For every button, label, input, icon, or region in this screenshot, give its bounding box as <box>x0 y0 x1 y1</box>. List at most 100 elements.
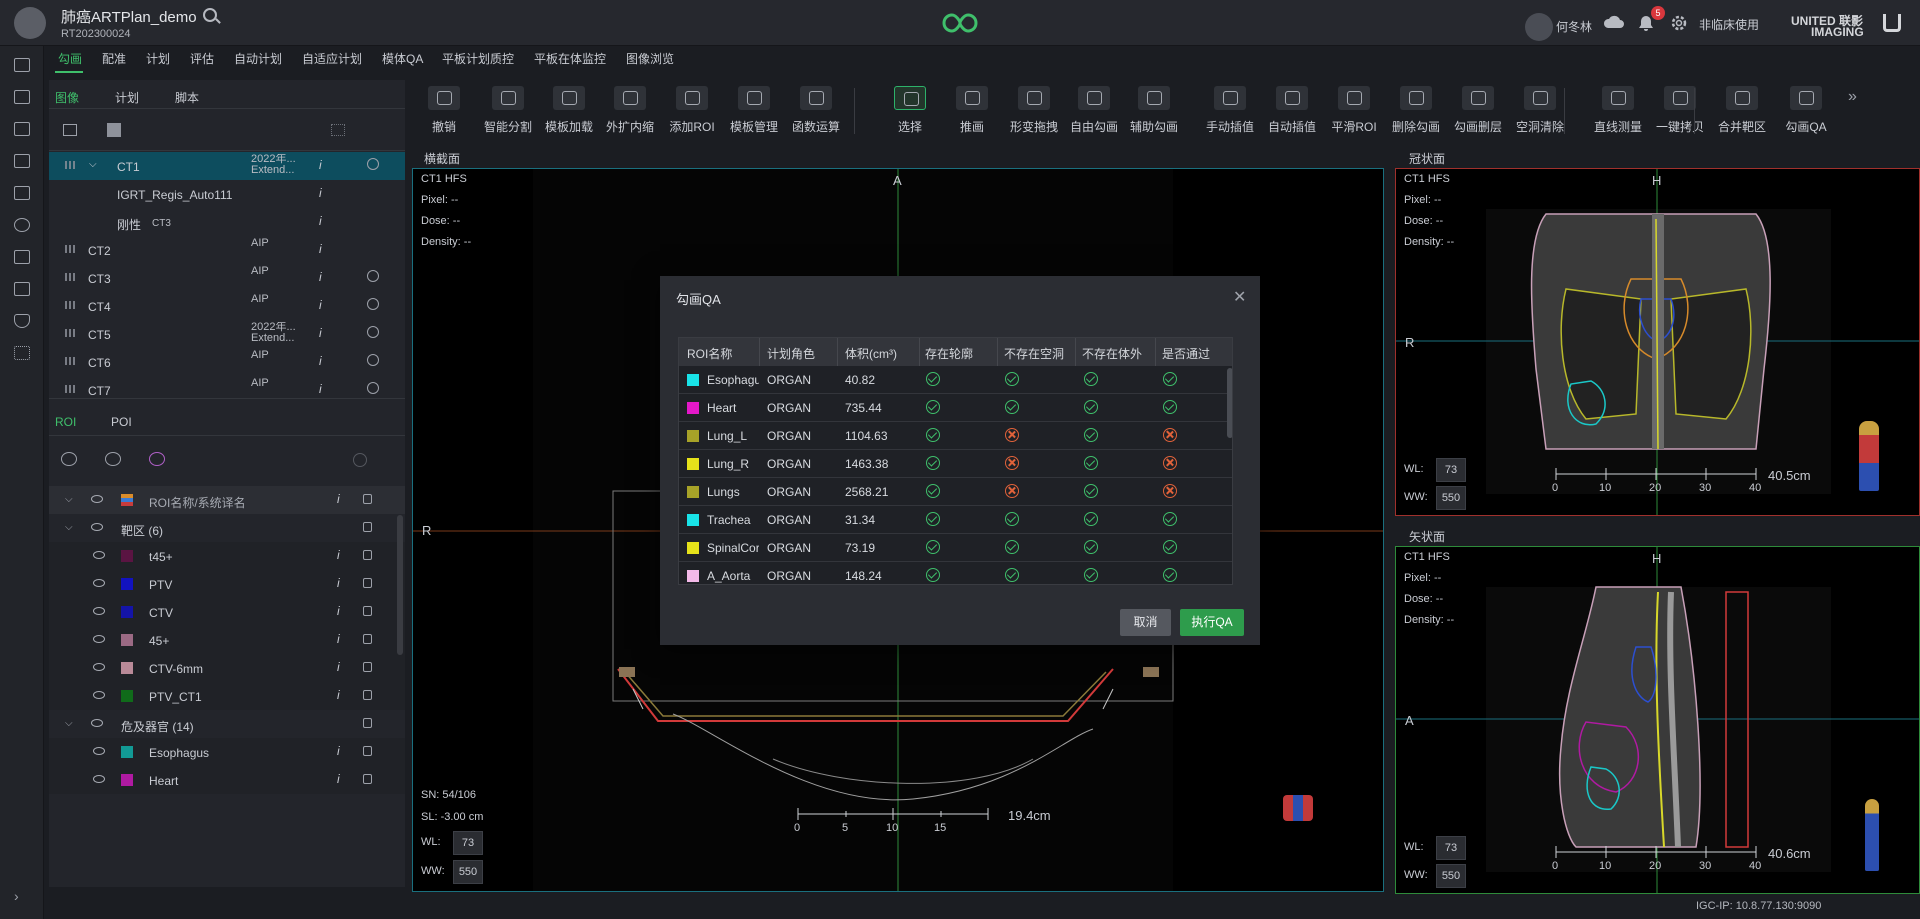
document-icon[interactable] <box>14 154 30 168</box>
tab-script[interactable]: 脚本 <box>175 89 199 106</box>
qa-table-row[interactable]: Heart ORGAN 735.44 <box>679 394 1232 422</box>
headphones-icon[interactable] <box>14 218 30 232</box>
eye-icon[interactable] <box>91 495 103 503</box>
expand-rail-icon[interactable]: › <box>14 888 19 904</box>
col-volume[interactable]: 体积(cm³) <box>845 345 897 362</box>
roi-color-swatch[interactable] <box>121 662 133 674</box>
menu-item-image-browse[interactable]: 图像浏览 <box>626 50 674 67</box>
info-icon[interactable]: i <box>319 214 322 228</box>
info-icon[interactable]: i <box>337 660 340 674</box>
gear-icon[interactable] <box>1670 14 1688 32</box>
info-icon[interactable]: i <box>319 382 322 396</box>
sagittal-wl-input[interactable]: 73 <box>1436 836 1466 860</box>
user-avatar[interactable] <box>1525 13 1553 41</box>
tab-roi[interactable]: ROI <box>55 415 76 429</box>
body-figure-icon[interactable] <box>1859 421 1879 491</box>
tool-button[interactable]: 删除勾画 <box>1386 84 1446 138</box>
lock-icon[interactable] <box>367 270 379 282</box>
cancel-button[interactable]: 取消 <box>1120 609 1171 636</box>
info-icon[interactable]: i <box>337 772 340 786</box>
layers-icon[interactable] <box>14 90 30 104</box>
drag-handle-icon[interactable] <box>65 273 75 281</box>
info-icon[interactable]: i <box>337 576 340 590</box>
lock-icon[interactable] <box>367 382 379 394</box>
tool-button[interactable]: 勾画QA <box>1776 84 1836 138</box>
tab-images[interactable]: 图像 <box>55 89 79 106</box>
lock-icon[interactable] <box>363 522 372 532</box>
tool-button[interactable]: 选择 <box>880 84 940 138</box>
menu-item-auto-plan[interactable]: 自动计划 <box>234 50 282 67</box>
roi-color-swatch[interactable] <box>121 690 133 702</box>
roi-copy-icon[interactable] <box>105 452 121 466</box>
search-icon[interactable] <box>203 8 217 22</box>
info-icon[interactable]: i <box>319 186 322 200</box>
menu-item-registration[interactable]: 配准 <box>102 50 126 67</box>
apps-icon[interactable] <box>14 346 30 360</box>
drag-handle-icon[interactable] <box>65 301 75 309</box>
lock-icon[interactable] <box>363 746 372 756</box>
qa-table-row[interactable]: Trachea ORGAN 31.34 <box>679 506 1232 534</box>
shield-icon[interactable] <box>14 314 30 328</box>
toolbar-more-icon[interactable]: » <box>1848 88 1857 106</box>
tool-button[interactable]: 一键拷贝 <box>1650 84 1710 138</box>
user-card-icon[interactable] <box>14 282 30 296</box>
info-icon[interactable]: i <box>319 326 322 340</box>
chevron-down-icon[interactable]: ⌵ <box>89 159 97 170</box>
roi-row[interactable]: CTV i <box>49 598 405 626</box>
drag-handle-icon[interactable] <box>65 329 75 337</box>
collapse-icon[interactable]: ⌵ <box>65 494 73 505</box>
series-row[interactable]: CT7 AIP i <box>49 376 405 404</box>
info-icon[interactable]: i <box>319 298 322 312</box>
roi-color-swatch[interactable] <box>121 774 133 786</box>
col-contour-exists[interactable]: 存在轮廓 <box>925 345 973 362</box>
tool-button[interactable]: 直线测量 <box>1588 84 1648 138</box>
qa-scrollbar[interactable] <box>1227 368 1232 438</box>
scrollbar[interactable] <box>397 515 403 655</box>
qa-table-row[interactable]: A_Aorta ORGAN 148.24 <box>679 562 1232 584</box>
series-row[interactable]: IGRT_Regis_Auto111 i <box>49 180 405 208</box>
tool-button[interactable]: 添加ROI <box>662 84 722 138</box>
eye-icon[interactable] <box>93 663 105 671</box>
eye-icon[interactable] <box>93 775 105 783</box>
roi-add-icon[interactable] <box>61 452 77 466</box>
home-icon[interactable] <box>14 58 30 72</box>
lock-icon[interactable] <box>363 494 372 504</box>
menu-item-phantom-qa[interactable]: 模体QA <box>382 50 423 67</box>
tool-button[interactable]: 模板加载 <box>539 84 599 138</box>
roi-color-swatch[interactable] <box>121 578 133 590</box>
tool-button[interactable]: 辅助勾画 <box>1124 84 1184 138</box>
series-tool-icon[interactable] <box>63 124 77 136</box>
tab-poi[interactable]: POI <box>111 415 132 429</box>
info-icon[interactable]: i <box>319 158 322 172</box>
roi-row[interactable]: PTV i <box>49 570 405 598</box>
close-icon[interactable]: ✕ <box>1233 287 1246 307</box>
tool-button[interactable]: 平滑ROI <box>1324 84 1384 138</box>
roi-color-swatch[interactable] <box>121 606 133 618</box>
tool-button[interactable]: 勾画删层 <box>1448 84 1508 138</box>
roi-color-swatch[interactable] <box>121 746 133 758</box>
coronal-ww-input[interactable]: 550 <box>1436 486 1466 510</box>
info-icon[interactable]: i <box>337 548 340 562</box>
roi-row[interactable]: CTV-6mm i <box>49 654 405 682</box>
qa-table-row[interactable]: Esophagus ORGAN 40.82 <box>679 366 1232 394</box>
lock-icon[interactable] <box>363 690 372 700</box>
tool-button[interactable]: 自由勾画 <box>1064 84 1124 138</box>
roi-color-swatch[interactable] <box>121 550 133 562</box>
avatar[interactable] <box>14 7 46 39</box>
drag-handle-icon[interactable] <box>65 245 75 253</box>
series-row[interactable]: CT3 AIP i <box>49 264 405 292</box>
roi-group-row[interactable]: ⌵ 靶区 (6) <box>49 514 405 542</box>
info-icon[interactable]: i <box>319 270 322 284</box>
series-row[interactable]: CT6 AIP i <box>49 348 405 376</box>
tool-button[interactable]: 外扩内缩 <box>600 84 660 138</box>
col-roi-name[interactable]: ROI名称 <box>687 345 732 362</box>
tool-button[interactable]: 空洞清除 <box>1510 84 1570 138</box>
menu-item-epid-invivo[interactable]: 平板在体监控 <box>534 50 606 67</box>
roi-row[interactable]: PTV_CT1 i <box>49 682 405 710</box>
run-qa-button[interactable]: 执行QA <box>1180 609 1244 636</box>
qa-table-row[interactable]: Lung_R ORGAN 1463.38 <box>679 450 1232 478</box>
col-plan-role[interactable]: 计划角色 <box>767 345 815 362</box>
tool-button[interactable]: 形变拖拽 <box>1004 84 1064 138</box>
series-row[interactable]: CT2 AIP i <box>49 236 405 264</box>
body-figure-side-icon[interactable] <box>1865 799 1879 871</box>
